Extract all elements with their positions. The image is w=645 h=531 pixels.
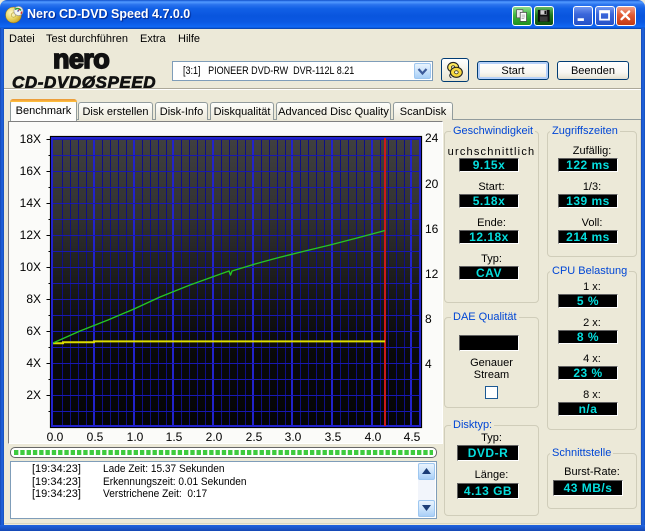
svg-text:8X: 8X <box>26 292 41 306</box>
svg-text:12X: 12X <box>20 228 41 242</box>
svg-text:0.5: 0.5 <box>87 430 104 444</box>
svg-text:4: 4 <box>425 357 432 371</box>
svg-text:12: 12 <box>425 267 439 281</box>
svg-text:3.5: 3.5 <box>325 430 342 444</box>
svg-text:1.0: 1.0 <box>127 430 144 444</box>
svg-text:3.0: 3.0 <box>285 430 302 444</box>
svg-text:10X: 10X <box>20 260 41 274</box>
svg-text:2X: 2X <box>26 388 41 402</box>
svg-text:0.0: 0.0 <box>47 430 64 444</box>
svg-text:4.0: 4.0 <box>365 430 382 444</box>
svg-text:16: 16 <box>425 222 439 236</box>
svg-text:2.0: 2.0 <box>206 430 223 444</box>
svg-text:14X: 14X <box>20 196 41 210</box>
svg-text:1.5: 1.5 <box>166 430 183 444</box>
svg-text:20: 20 <box>425 177 439 191</box>
svg-text:18X: 18X <box>20 132 41 146</box>
svg-text:8: 8 <box>425 312 432 326</box>
svg-text:4X: 4X <box>26 356 41 370</box>
svg-text:6X: 6X <box>26 324 41 338</box>
svg-text:4.5: 4.5 <box>404 430 421 444</box>
svg-text:2.5: 2.5 <box>246 430 263 444</box>
svg-text:24: 24 <box>425 131 439 145</box>
svg-text:16X: 16X <box>20 164 41 178</box>
